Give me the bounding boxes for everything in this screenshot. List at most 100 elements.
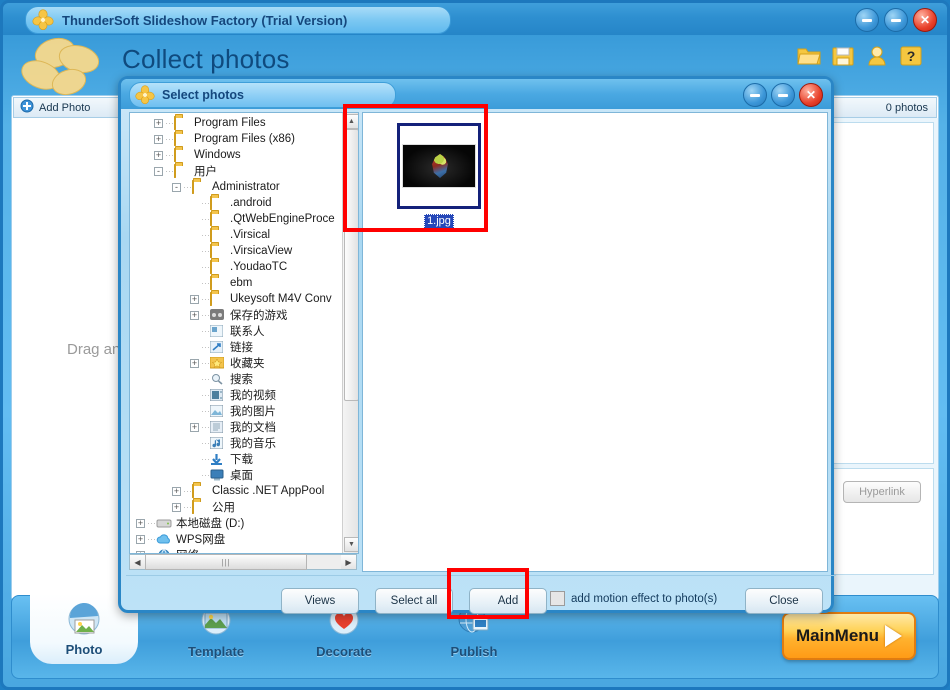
tree-item-label: 联系人 [230, 326, 265, 338]
open-project-icon[interactable] [797, 45, 821, 67]
hyperlink-button[interactable]: Hyperlink [843, 481, 921, 503]
tree-twisty-toggle[interactable]: + [154, 118, 163, 128]
scroll-left-arrow[interactable]: ◀ [130, 555, 145, 569]
desktop-icon [210, 469, 226, 482]
folder-icon [210, 275, 226, 290]
tree-connector: ··· [165, 118, 174, 128]
dialog-minimize-button[interactable] [743, 83, 767, 107]
tree-twisty-toggle[interactable]: + [190, 422, 199, 432]
tree-item[interactable]: ··· 我的音乐 [130, 435, 343, 451]
tree-horizontal-scrollbar[interactable]: ◀ ||| ▶ [129, 554, 357, 570]
help-icon[interactable]: ? [899, 45, 923, 67]
search-icon [210, 373, 226, 386]
tree-item[interactable]: ··· 联系人 [130, 323, 343, 339]
tree-item[interactable]: + ··· Classic .NET AppPool [130, 483, 343, 499]
tree-item[interactable]: - ··· Administrator [130, 179, 343, 195]
tree-twisty-toggle[interactable]: + [136, 518, 145, 528]
tree-twisty-toggle[interactable]: + [172, 486, 181, 496]
tree-twisty-toggle[interactable]: + [136, 534, 145, 544]
close-button[interactable]: ✕ [913, 8, 937, 32]
maximize-button[interactable] [884, 8, 908, 32]
scroll-down-arrow[interactable]: ▼ [344, 537, 358, 552]
tree-item-label: 下载 [230, 454, 253, 466]
tree-connector: ··· [165, 150, 174, 160]
tree-item[interactable]: ··· .QtWebEngineProce [130, 211, 343, 227]
tree-twisty-toggle[interactable]: + [154, 150, 163, 160]
tree-item-label: 保存的游戏 [230, 310, 288, 322]
tree-twisty-toggle[interactable]: - [172, 182, 181, 192]
tree-connector: ··· [183, 502, 192, 512]
tree-item[interactable]: ··· .Virsical [130, 227, 343, 243]
tree-twisty-toggle[interactable]: + [190, 294, 199, 304]
tree-item-label: 搜索 [230, 374, 253, 386]
dialog-title: Select photos [162, 88, 244, 102]
views-button[interactable]: Views [281, 588, 359, 614]
tree-item[interactable]: + ··· WPS网盘 [130, 531, 343, 547]
tree-connector: ··· [201, 198, 210, 208]
tree-item[interactable]: ··· .android [130, 195, 343, 211]
tree-item[interactable]: +···网络 [130, 547, 343, 553]
tree-connector: ··· [201, 438, 210, 448]
select-all-button[interactable]: Select all [375, 588, 453, 614]
save-disk-icon[interactable] [831, 45, 855, 67]
tree-connector: ··· [201, 342, 210, 352]
dialog-maximize-button[interactable] [771, 83, 795, 107]
tree-twisty-toggle[interactable]: + [190, 358, 199, 368]
user-icon[interactable] [865, 45, 889, 67]
tree-connector: ··· [201, 374, 210, 384]
favorites-star-icon [209, 356, 226, 370]
tree-item[interactable]: + ··· 保存的游戏 [130, 307, 343, 323]
tree-item[interactable]: ··· 桌面 [130, 467, 343, 483]
tree-item[interactable]: ··· 我的视频 [130, 387, 343, 403]
tree-item[interactable]: + ··· 本地磁盘 (D:) [130, 515, 343, 531]
motion-effect-checkbox-group[interactable]: add motion effect to photo(s) [550, 591, 717, 606]
folder-icon [174, 115, 190, 130]
tree-item[interactable]: + ··· 收藏夹 [130, 355, 343, 371]
tree-item[interactable]: + ··· Ukeysoft M4V Conv [130, 291, 343, 307]
tree-item-label: .VirsicaView [230, 245, 293, 257]
links-icon [209, 340, 226, 354]
folder-icon [174, 163, 190, 178]
tree-item[interactable]: ··· 链接 [130, 339, 343, 355]
tree-item[interactable]: + ··· 公用 [130, 499, 343, 515]
tree-item[interactable]: ··· 搜索 [130, 371, 343, 387]
tree-item[interactable]: + ··· Program Files [130, 115, 343, 131]
tree-twisty-toggle[interactable]: + [172, 502, 181, 512]
tree-item[interactable]: ··· .VirsicaView [130, 243, 343, 259]
page-title: Collect photos [122, 44, 290, 74]
tree-item[interactable]: ··· ebm [130, 275, 343, 291]
motion-effect-checkbox[interactable] [550, 591, 565, 606]
tree-item-label: 我的视频 [230, 390, 276, 402]
tree-item[interactable]: ··· .YoudaoTC [130, 259, 343, 275]
dialog-close-button[interactable]: ✕ [799, 83, 823, 107]
scroll-right-arrow[interactable]: ▶ [341, 555, 356, 569]
tree-twisty-toggle[interactable]: + [154, 134, 163, 144]
right-side-column: Hyperlink [827, 118, 938, 599]
tree-item-label: 收藏夹 [230, 358, 265, 370]
tree-connector: ··· [201, 422, 210, 432]
header-toolbar: ? [797, 45, 923, 67]
right-column-upper-area [832, 122, 934, 464]
tree-twisty-spacer [190, 231, 199, 240]
tree-item[interactable]: ··· 我的图片 [130, 403, 343, 419]
tree-twisty-toggle[interactable]: + [190, 310, 199, 320]
close-button-dialog[interactable]: Close [745, 588, 823, 614]
folder-tree[interactable]: + ··· Program Files + ··· Program Files (x86)… [129, 112, 359, 554]
tree-connector: ··· [201, 326, 210, 336]
tree-item[interactable]: ··· 下载 [130, 451, 343, 467]
add-photo-icon [20, 99, 34, 116]
minimize-button[interactable] [855, 8, 879, 32]
add-button-highlight-box [447, 568, 529, 619]
tree-connector: ··· [201, 294, 210, 304]
tree-item[interactable]: - ··· 用户 [130, 163, 343, 179]
tree-item-label: .Virsical [230, 229, 271, 241]
tree-item[interactable]: + ··· Windows [130, 147, 343, 163]
tree-hscroll-thumb[interactable]: ||| [145, 554, 307, 570]
tree-connector: ··· [201, 262, 210, 272]
tree-item[interactable]: + ··· Program Files (x86) [130, 131, 343, 147]
tree-connector: ··· [201, 454, 210, 464]
tree-item[interactable]: + ··· 我的文档 [130, 419, 343, 435]
add-photo-button[interactable]: Add Photo [13, 97, 131, 118]
tree-connector: ··· [201, 358, 210, 368]
tree-twisty-toggle[interactable]: - [154, 166, 163, 176]
